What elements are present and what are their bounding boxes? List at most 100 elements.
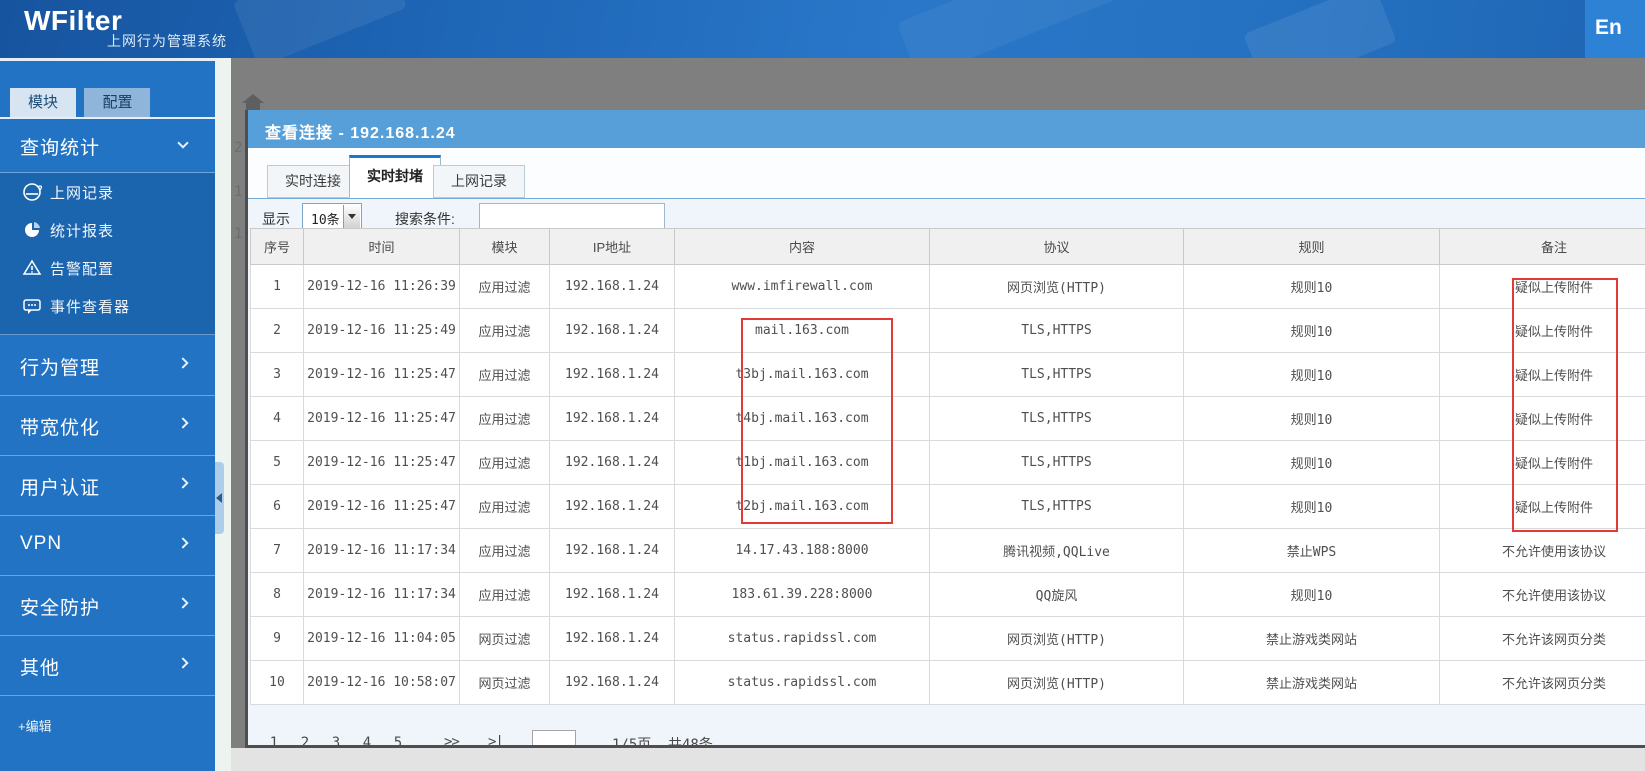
cell-module: 应用过滤 [459, 572, 550, 617]
sidebar-section-label: 查询统计 [20, 138, 101, 159]
table-row[interactable]: 6 2019-12-16 11:25:47 应用过滤 192.168.1.24 … [250, 484, 1645, 529]
cell-rule: 规则10 [1183, 572, 1440, 617]
blocking-table: 序号 时间 模块 IP地址 内容 协议 规则 备注 1 2019-12-16 11:26:39… [250, 228, 1645, 705]
table-row[interactable]: 1 2019-12-16 11:26:39 应用过滤 192.168.1.24 … [250, 264, 1645, 309]
overlay-artifact: 1 [234, 184, 243, 200]
cell-index: 5 [250, 440, 304, 485]
pagination: 1 2 3 4 5 >> >| 1/5页 共48条 [248, 730, 1645, 748]
cell-remark: 疑似上传附件 [1439, 308, 1645, 353]
tab-web-records[interactable]: 上网记录 [433, 165, 525, 198]
cell-time: 2019-12-16 11:04:05 [303, 616, 460, 661]
sidebar-item-security[interactable]: 安全防护 [0, 576, 215, 636]
cell-protocol: QQ旋风 [929, 572, 1184, 617]
sidebar-section-query-stats[interactable]: 查询统计 [0, 119, 215, 173]
sidebar-item-web-records[interactable]: 上网记录 [0, 173, 215, 211]
table-row[interactable]: 2 2019-12-16 11:25:49 应用过滤 192.168.1.24 … [250, 308, 1645, 353]
language-switch[interactable]: En [1585, 0, 1645, 58]
sidebar-sections: 行为管理 带宽优化 用户认证 VPN 安全防护 其他 [0, 336, 215, 696]
table-row[interactable]: 10 2019-12-16 10:58:07 网页过滤 192.168.1.24… [250, 660, 1645, 705]
table-row[interactable]: 5 2019-12-16 11:25:47 应用过滤 192.168.1.24 … [250, 440, 1645, 485]
cell-remark: 疑似上传附件 [1439, 440, 1645, 485]
cell-ip: 192.168.1.24 [549, 484, 675, 529]
page-link[interactable]: 2 [295, 735, 315, 745]
page-link[interactable]: 4 [357, 735, 377, 745]
column-header[interactable]: 序号 [250, 228, 304, 265]
cell-index: 10 [250, 660, 304, 705]
cell-time: 2019-12-16 11:25:49 [303, 308, 460, 353]
sidebar-item-vpn[interactable]: VPN [0, 516, 215, 576]
cell-remark: 疑似上传附件 [1439, 264, 1645, 309]
column-header[interactable]: IP地址 [549, 228, 675, 265]
cell-time: 2019-12-16 11:25:47 [303, 484, 460, 529]
sidebar-tab-config[interactable]: 配置 [84, 88, 151, 117]
cell-module: 应用过滤 [459, 352, 550, 397]
sidebar-item-others[interactable]: 其他 [0, 636, 215, 696]
cell-content: www.imfirewall.com [674, 264, 930, 309]
cell-module: 应用过滤 [459, 484, 550, 529]
cell-protocol: 网页浏览(HTTP) [929, 616, 1184, 661]
sidebar-edit-link[interactable]: +编辑 [18, 716, 52, 735]
sidebar-item-label: 告警配置 [50, 261, 115, 278]
chevron-right-icon [177, 417, 189, 429]
column-header[interactable]: 协议 [929, 228, 1184, 265]
column-header[interactable]: 内容 [674, 228, 930, 265]
last-page-icon[interactable]: >| [488, 734, 504, 745]
table-row[interactable]: 4 2019-12-16 11:25:47 应用过滤 192.168.1.24 … [250, 396, 1645, 441]
sidebar-tab-modules[interactable]: 模块 [10, 88, 76, 117]
table-row[interactable]: 3 2019-12-16 11:25:47 应用过滤 192.168.1.24 … [250, 352, 1645, 397]
tab-realtime-connections[interactable]: 实时连接 [267, 165, 359, 198]
cell-index: 4 [250, 396, 304, 441]
chevron-right-icon [177, 537, 189, 549]
cell-content: 183.61.39.228:8000 [674, 572, 930, 617]
dialog-tabstrip: 实时连接 实时封堵 上网记录 [248, 148, 1645, 199]
cell-rule: 规则10 [1183, 308, 1440, 353]
cell-module: 应用过滤 [459, 264, 550, 309]
page-link[interactable]: 3 [326, 735, 346, 745]
sidebar-item-stat-reports[interactable]: 统计报表 [0, 211, 215, 249]
sidebar-collapse-handle[interactable] [215, 462, 224, 534]
page-jump-input[interactable] [532, 730, 576, 745]
tab-realtime-blocking[interactable]: 实时封堵 [349, 155, 441, 198]
cell-index: 3 [250, 352, 304, 397]
cell-ip: 192.168.1.24 [549, 528, 675, 573]
page-link[interactable]: 1 [264, 735, 284, 745]
sidebar-item-behavior-mgmt[interactable]: 行为管理 [0, 336, 215, 396]
column-header[interactable]: 模块 [459, 228, 550, 265]
language-label[interactable]: En [1595, 16, 1622, 40]
cell-protocol: TLS,HTTPS [929, 484, 1184, 529]
table-row[interactable]: 7 2019-12-16 11:17:34 应用过滤 192.168.1.24 … [250, 528, 1645, 573]
column-header[interactable]: 备注 [1439, 228, 1645, 265]
cell-ip: 192.168.1.24 [549, 440, 675, 485]
page-info: 1/5页 [612, 737, 652, 748]
cell-module: 应用过滤 [459, 396, 550, 441]
table-row[interactable]: 8 2019-12-16 11:17:34 应用过滤 192.168.1.24 … [250, 572, 1645, 617]
sidebar-item-bandwidth-opt[interactable]: 带宽优化 [0, 396, 215, 456]
next-page-icon[interactable]: >> [444, 734, 460, 745]
cell-remark: 疑似上传附件 [1439, 352, 1645, 397]
cell-module: 应用过滤 [459, 528, 550, 573]
cell-ip: 192.168.1.24 [549, 352, 675, 397]
page-bottom-band [231, 748, 1645, 771]
sidebar-item-label: 其他 [20, 658, 61, 679]
cell-ip: 192.168.1.24 [549, 572, 675, 617]
cell-protocol: 腾讯视频,QQLive [929, 528, 1184, 573]
sidebar-item-event-viewer[interactable]: 事件查看器 [0, 287, 215, 325]
cell-remark: 不允许使用该协议 [1439, 572, 1645, 617]
column-header[interactable]: 规则 [1183, 228, 1440, 265]
cell-index: 2 [250, 308, 304, 353]
cell-content: 14.17.43.188:8000 [674, 528, 930, 573]
cell-time: 2019-12-16 11:25:47 [303, 440, 460, 485]
search-input[interactable] [479, 203, 665, 230]
select-dropdown-button[interactable] [343, 205, 360, 228]
sidebar-item-user-auth[interactable]: 用户认证 [0, 456, 215, 516]
cell-ip: 192.168.1.24 [549, 396, 675, 441]
table-row[interactable]: 9 2019-12-16 11:04:05 网页过滤 192.168.1.24 … [250, 616, 1645, 661]
sidebar-item-alert-config[interactable]: 告警配置 [0, 249, 215, 287]
page-size-select[interactable]: 10条 [302, 203, 362, 230]
cell-remark: 不允许该网页分类 [1439, 616, 1645, 661]
page-gutter [215, 58, 231, 771]
column-header[interactable]: 时间 [303, 228, 460, 265]
page-link[interactable]: 5 [388, 735, 408, 745]
sidebar-item-label: VPN [20, 533, 63, 554]
dialog-header[interactable]: 查看连接 - 192.168.1.24 [248, 110, 1645, 148]
